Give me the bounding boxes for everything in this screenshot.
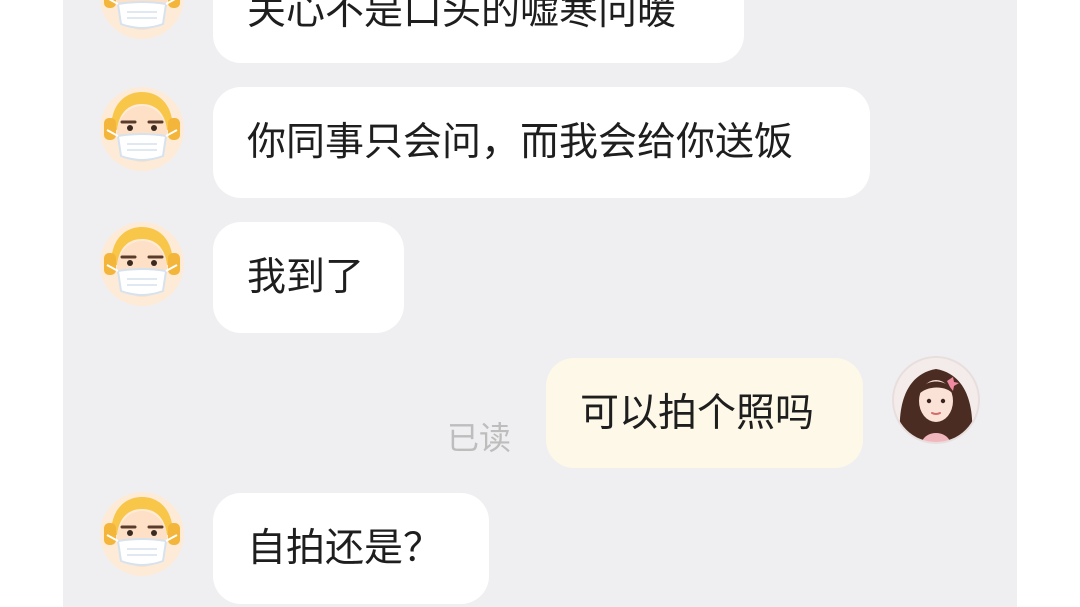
incoming-message-bubble[interactable]: 关心不是口头的嘘寒问暖 <box>213 0 744 63</box>
message-text: 自拍还是？ <box>247 526 443 571</box>
contact-avatar-icon[interactable] <box>97 489 187 579</box>
contact-avatar-icon[interactable] <box>97 219 187 309</box>
incoming-message-bubble[interactable]: 你同事只会问，而我会给你送饭 <box>213 87 870 198</box>
contact-avatar-icon[interactable] <box>97 0 187 42</box>
outgoing-message-bubble[interactable]: 可以拍个照吗 <box>546 358 863 468</box>
contact-avatar-icon[interactable] <box>97 84 187 174</box>
incoming-message-bubble[interactable]: 我到了 <box>213 222 404 333</box>
message-text: 关心不是口头的嘘寒问暖 <box>247 0 677 34</box>
message-text: 可以拍个照吗 <box>580 390 815 436</box>
message-text: 我到了 <box>247 255 365 300</box>
incoming-message-bubble[interactable]: 自拍还是？ <box>213 493 489 604</box>
self-avatar-icon[interactable] <box>891 355 981 445</box>
message-text: 你同事只会问，而我会给你送饭 <box>247 120 794 165</box>
read-status-label: 已读 <box>447 419 512 457</box>
